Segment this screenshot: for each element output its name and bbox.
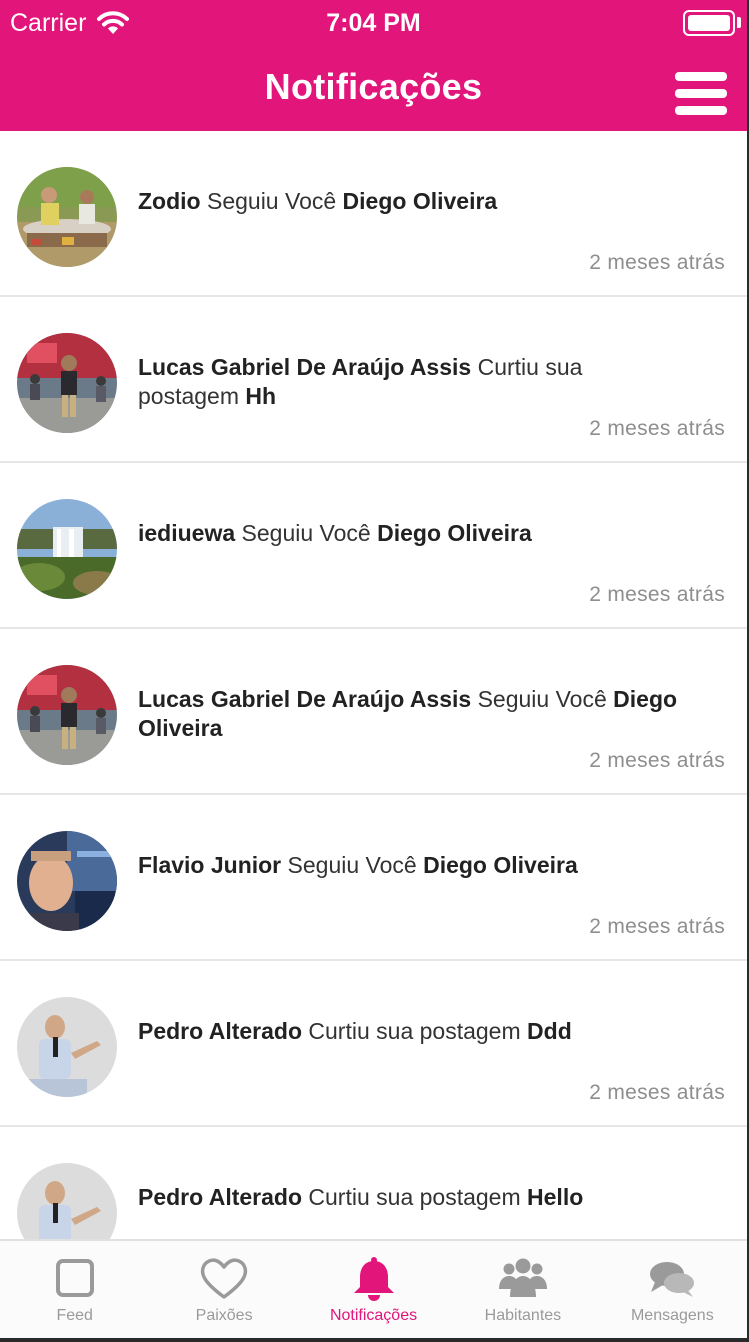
avatar[interactable]: [17, 1163, 117, 1239]
tab-label: Habitantes: [484, 1307, 562, 1324]
notification-time: 2 meses atrás: [589, 417, 725, 440]
notification-message: iediuewa Seguiu Você Diego Oliveira: [138, 519, 678, 548]
tab-habitantes[interactable]: Habitantes: [448, 1241, 597, 1338]
notification-actor[interactable]: Pedro Alterado: [138, 1018, 302, 1044]
avatar[interactable]: [17, 665, 117, 765]
notification-action: Curtiu sua postagem: [308, 1184, 521, 1210]
square-icon: [55, 1259, 94, 1297]
notification-row[interactable]: Lucas Gabriel De Araújo Assis Curtiu sua…: [0, 297, 747, 463]
avatar[interactable]: [17, 333, 117, 433]
tab-paixoes[interactable]: Paixões: [149, 1241, 298, 1338]
chat-bubbles-icon: [650, 1262, 695, 1297]
avatar[interactable]: [17, 167, 117, 267]
tab-label: Notificações: [329, 1307, 418, 1324]
notification-action: Seguiu Você: [206, 188, 337, 214]
header: Carrier 7:04 PM Notificações: [0, 0, 747, 131]
tab-label: Mensagens: [630, 1307, 714, 1324]
bell-icon: [353, 1257, 394, 1301]
notification-actor[interactable]: iediuewa: [138, 520, 235, 546]
tab-feed[interactable]: Feed: [0, 1241, 149, 1338]
tab-bar: Feed Paixões Notificações Habitantes Men…: [0, 1239, 747, 1338]
notification-time: 2 meses atrás: [589, 251, 725, 274]
notification-message: Pedro Alterado Curtiu sua postagem Ddd: [138, 1017, 678, 1046]
tab-label: Paixões: [195, 1307, 253, 1324]
notification-actor[interactable]: Lucas Gabriel De Araújo Assis: [138, 686, 471, 712]
notification-actor[interactable]: Zodio: [138, 188, 201, 214]
notification-row[interactable]: Pedro Alterado Curtiu sua postagem Ddd 2…: [0, 961, 747, 1127]
frame-edge: [0, 1338, 749, 1342]
hamburger-menu-icon[interactable]: [675, 72, 727, 116]
notification-message: Zodio Seguiu Você Diego Oliveira: [138, 187, 678, 216]
notification-object[interactable]: Diego Oliveira: [423, 852, 578, 878]
notification-message: Lucas Gabriel De Araújo Assis Seguiu Voc…: [138, 685, 678, 743]
notification-action: Seguiu Você: [241, 520, 371, 546]
notification-message: Pedro Alterado Curtiu sua postagem Hello: [138, 1183, 678, 1212]
notification-action: Seguiu Você: [287, 852, 417, 878]
page-title: Notificações: [264, 66, 483, 107]
people-icon: [498, 1258, 547, 1297]
tab-notificacoes[interactable]: Notificações: [299, 1241, 448, 1338]
notification-object[interactable]: Diego Oliveira: [377, 520, 532, 546]
app-screen: Carrier 7:04 PM Notificações Zodio Segui…: [0, 0, 747, 1338]
tab-mensagens[interactable]: Mensagens: [598, 1241, 747, 1338]
notification-time: 2 meses atrás: [589, 749, 725, 772]
notification-message: Lucas Gabriel De Araújo Assis Curtiu sua…: [138, 353, 678, 411]
heart-icon: [200, 1258, 248, 1299]
notification-object[interactable]: Hh: [245, 383, 276, 409]
notification-time: 2 meses atrás: [589, 583, 725, 606]
avatar[interactable]: [17, 499, 117, 599]
notification-object[interactable]: Diego Oliveira: [343, 188, 498, 214]
avatar[interactable]: [17, 997, 117, 1097]
notification-row[interactable]: iediuewa Seguiu Você Diego Oliveira 2 me…: [0, 463, 747, 629]
notification-action: Seguiu Você: [477, 686, 607, 712]
notification-message: Flavio Junior Seguiu Você Diego Oliveira: [138, 851, 678, 880]
notification-actor[interactable]: Flavio Junior: [138, 852, 281, 878]
notification-time: 2 meses atrás: [589, 1081, 725, 1104]
battery-icon: [683, 10, 735, 36]
notification-row[interactable]: Lucas Gabriel De Araújo Assis Seguiu Voc…: [0, 629, 747, 795]
notification-list[interactable]: Zodio Seguiu Você Diego Oliveira 2 meses…: [0, 131, 747, 1239]
tab-label: Feed: [56, 1307, 93, 1324]
notification-object[interactable]: Hello: [527, 1184, 583, 1210]
notification-actor[interactable]: Pedro Alterado: [138, 1184, 302, 1210]
notification-object[interactable]: Ddd: [527, 1018, 572, 1044]
notification-row[interactable]: Pedro Alterado Curtiu sua postagem Hello: [0, 1127, 747, 1239]
notification-action: Curtiu sua postagem: [308, 1018, 521, 1044]
notification-actor[interactable]: Lucas Gabriel De Araújo Assis: [138, 354, 471, 380]
status-bar: Carrier 7:04 PM: [0, 0, 747, 46]
battery-tip: [737, 17, 741, 28]
status-time: 7:04 PM: [326, 9, 421, 37]
notification-row[interactable]: Flavio Junior Seguiu Você Diego Oliveira…: [0, 795, 747, 961]
avatar[interactable]: [17, 831, 117, 931]
notification-row[interactable]: Zodio Seguiu Você Diego Oliveira 2 meses…: [0, 131, 747, 297]
notification-time: 2 meses atrás: [589, 915, 725, 938]
